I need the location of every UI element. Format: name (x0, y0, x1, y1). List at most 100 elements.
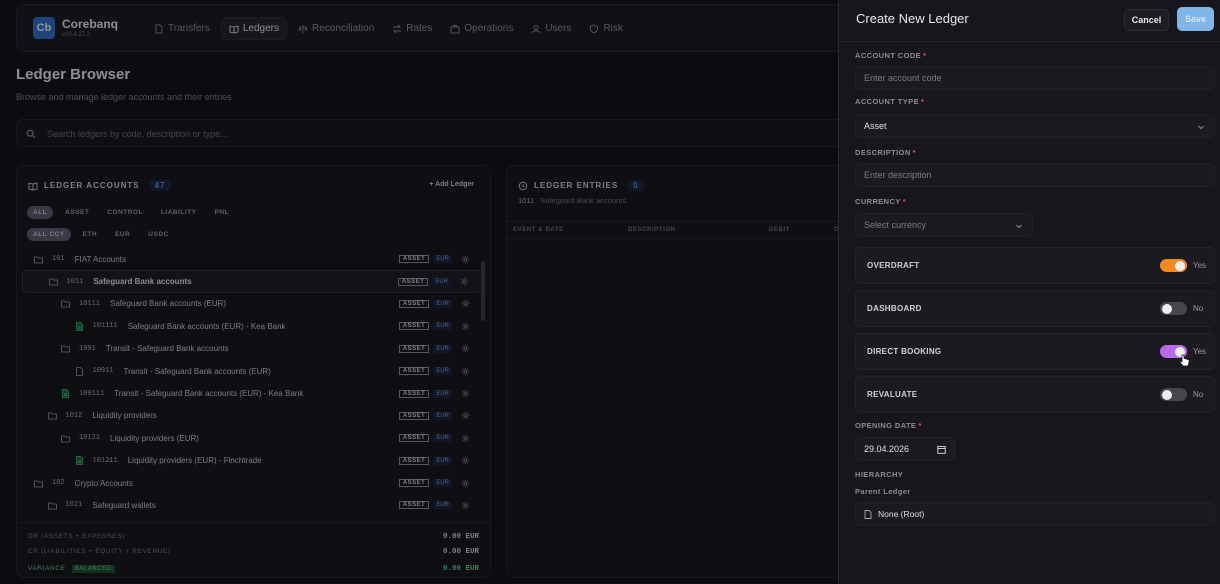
gear-icon[interactable] (461, 456, 470, 465)
ledger-row[interactable]: 1091 Transit - Safeguard Bank accounts ASS… (22, 338, 482, 360)
nav-ledgers[interactable]: Ledgers (220, 17, 288, 40)
parent-ledger-select[interactable]: None (Root) (855, 502, 1215, 526)
nav-reconciliation[interactable]: Reconciliation (291, 17, 381, 40)
ledger-row[interactable]: 10111 Safeguard Bank accounts (EUR) ASSET E… (22, 293, 482, 315)
page-title: Ledger Browser (16, 66, 131, 83)
filter-chip-control[interactable]: CONTROL (101, 206, 149, 219)
currency-tag: EUR (433, 501, 452, 510)
gear-icon[interactable] (461, 344, 470, 353)
ledger-row[interactable]: 1011 Safeguard Bank accounts ASSET EUR (22, 270, 482, 293)
col-event-date[interactable]: EVENT & DATE (513, 227, 564, 233)
ledger-tags: ASSET EUR (397, 277, 469, 286)
app-version: v26.4.27.2 (62, 32, 91, 38)
chevron-down-icon (1198, 125, 1204, 130)
account-code-input[interactable]: Enter account code (855, 66, 1215, 90)
account-type-value: Asset (864, 121, 887, 131)
folder-icon (61, 435, 70, 443)
toggle-label: DASHBOARD (867, 304, 922, 313)
filter-chip-pnl[interactable]: PNL (209, 206, 236, 219)
cancel-button[interactable]: Cancel (1124, 9, 1169, 31)
opening-date-input[interactable]: 29.04.2026 (855, 437, 955, 461)
parent-ledger-value: None (Root) (878, 509, 925, 519)
currency-chip-all-ccy[interactable]: ALL CCY (27, 228, 71, 241)
toggle-state: Yes (1193, 347, 1207, 356)
col-description[interactable]: DESCRIPTION (628, 227, 676, 233)
dr-total-row: DR (ASSETS + EXPENSES) 0.00 EUR (28, 533, 479, 541)
gear-icon[interactable] (461, 501, 470, 510)
type-tag: ASSET (398, 479, 430, 488)
gear-icon[interactable] (460, 277, 469, 286)
ledger-row[interactable]: 101211 Liquidity providers (EUR) - Fincht… (22, 450, 482, 472)
ledger-row[interactable]: 1012 Liquidity providers ASSET EUR (22, 405, 482, 427)
ledger-row[interactable]: 102 Crypto Accounts ASSET EUR (22, 472, 482, 494)
calendar-icon[interactable] (937, 445, 946, 454)
search-icon (26, 129, 36, 139)
folder-icon (47, 502, 57, 510)
tree-scrollbar[interactable] (481, 261, 485, 321)
currency-chip-usdc[interactable]: USDC (142, 228, 174, 241)
nav-transfers[interactable]: Transfers (147, 17, 217, 40)
variance-value: 0.00 EUR (442, 565, 479, 573)
filter-chip-asset[interactable]: ASSET (59, 206, 95, 219)
ledger-row[interactable]: 1021 Safeguard wallets ASSET EUR (22, 494, 482, 516)
type-tag: ASSET (397, 277, 429, 286)
currency-tag: EUR (433, 322, 452, 331)
currency-chip-eth[interactable]: ETH (77, 228, 104, 241)
currency-tag: EUR (433, 367, 452, 376)
ledger-row[interactable]: 101 FIAT Accounts ASSET EUR (22, 248, 482, 270)
save-button[interactable]: Save (1177, 7, 1214, 31)
gear-icon[interactable] (461, 322, 470, 331)
currency-chip-eur[interactable]: EUR (109, 228, 136, 241)
nav-users[interactable]: Users (524, 17, 578, 40)
toggle-label: OVERDRAFT (867, 261, 920, 270)
nav-label: Risk (603, 23, 623, 34)
filter-chip-all[interactable]: ALL (27, 206, 54, 219)
type-tag: ASSET (398, 434, 430, 443)
ledger-label: Safeguard Bank accounts (EUR) - Kea Bank (127, 321, 286, 331)
ledger-file-icon (75, 321, 83, 331)
account-type-select[interactable]: Asset (855, 114, 1215, 138)
gear-icon[interactable] (461, 389, 470, 398)
ledger-row[interactable]: 10121 Liquidity providers (EUR) ASSET EUR (22, 427, 482, 449)
gear-icon[interactable] (461, 434, 470, 443)
gear-icon[interactable] (461, 299, 470, 308)
account-type-label: ACCOUNT TYPE * (855, 97, 925, 106)
gear-icon[interactable] (461, 255, 470, 264)
toggle-switch[interactable] (1160, 259, 1187, 272)
ledger-code: 1091 (79, 344, 96, 353)
toggle-switch[interactable] (1160, 388, 1187, 401)
description-input[interactable]: Enter description (855, 163, 1215, 187)
ledger-tags: ASSET EUR (398, 389, 470, 398)
folder-icon (61, 301, 70, 308)
chevron-down-icon (1016, 224, 1022, 229)
nav-operations[interactable]: Operations (443, 17, 520, 40)
currency-tag: EUR (433, 299, 452, 308)
ledger-row[interactable]: 109111 Transit - Safeguard Bank accounts … (22, 382, 482, 404)
book-icon (28, 181, 38, 190)
entries-count-badge: 0 (628, 180, 644, 191)
ledger-search-input[interactable]: Search ledgers by code, description or t… (16, 119, 846, 147)
ledger-tags: ASSET EUR (398, 434, 470, 443)
gear-icon[interactable] (461, 479, 470, 488)
variance-label: VARIANCE (28, 565, 66, 572)
toggle-switch[interactable] (1160, 302, 1187, 315)
ledger-row[interactable]: 10911 Transit - Safeguard Bank accounts (… (22, 360, 482, 382)
col-debit[interactable]: DEBIT (769, 227, 790, 233)
add-ledger-button[interactable]: + Add Ledger (429, 181, 474, 188)
type-tag: ASSET (398, 389, 430, 398)
currency-select[interactable]: Select currency (855, 213, 1033, 237)
filter-chip-liability[interactable]: LIABILITY (155, 206, 203, 219)
type-tag: ASSET (398, 456, 430, 465)
nav-rates[interactable]: Rates (385, 17, 439, 40)
app-name: Corebanq (62, 17, 119, 31)
ledger-code: 10911 (92, 367, 114, 376)
gear-icon[interactable] (461, 367, 470, 376)
search-placeholder: Search ledgers by code, description or t… (47, 129, 228, 139)
currency-tag: EUR (433, 434, 452, 443)
currency-tag: EUR (433, 411, 452, 420)
document-icon (155, 24, 163, 33)
ledger-row[interactable]: 101111 Safeguard Bank accounts (EUR) - Ke… (22, 315, 482, 337)
gear-icon[interactable] (461, 411, 470, 420)
nav-risk[interactable]: Risk (582, 17, 629, 40)
dr-value: 0.00 EUR (442, 533, 479, 541)
